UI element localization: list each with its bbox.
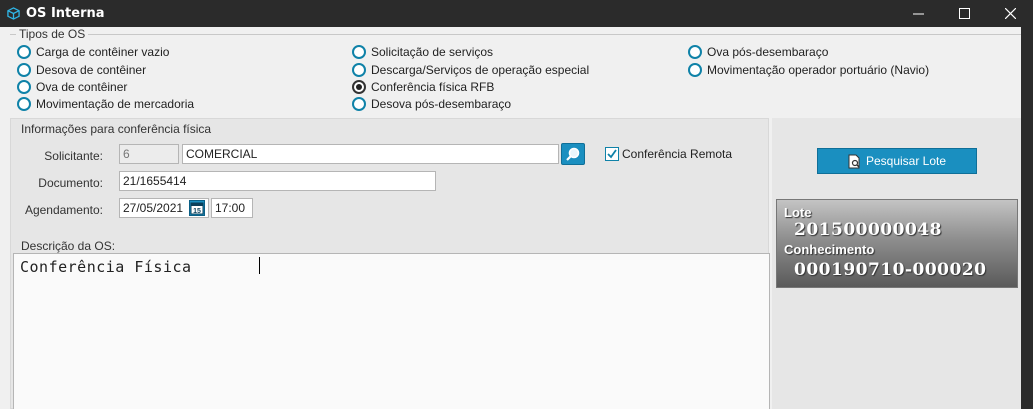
radio-circle xyxy=(17,96,31,111)
close-icon xyxy=(1004,8,1016,19)
agendamento-label: Agendamento: xyxy=(24,203,103,217)
conhecimento-value: 000190710-000020 xyxy=(794,260,987,280)
radio-circle-checked xyxy=(352,79,366,94)
conferencia-remota-checkbox[interactable]: Conferência Remota xyxy=(605,147,732,161)
minimize-icon xyxy=(912,13,924,15)
radio-label: Movimentação de mercadoria xyxy=(36,96,195,111)
radio-circle xyxy=(17,62,31,77)
radio-circle xyxy=(352,62,366,77)
radio-ova-pos-desembaraco[interactable]: Ova pós-desembaraço xyxy=(688,43,828,60)
solicitante-label: Solicitante: xyxy=(44,149,103,163)
close-button[interactable] xyxy=(987,0,1033,27)
tipos-os-label: Tipos de OS xyxy=(16,27,89,41)
lote-panel: Pesquisar Lote Lote 201500000048 Conheci… xyxy=(772,118,1021,409)
radio-circle xyxy=(17,44,31,59)
radio-desova-pos-desembaraco[interactable]: Desova pós-desembaraço xyxy=(352,95,511,112)
radio-label: Descarga/Serviços de operação especial xyxy=(371,62,590,77)
radio-circle xyxy=(17,79,31,94)
solicitante-name-field[interactable]: COMERCIAL xyxy=(182,144,559,164)
conhecimento-caption: Conhecimento xyxy=(784,242,875,257)
radio-label: Conferência física RFB xyxy=(371,79,495,94)
radio-label: Solicitação de serviços xyxy=(371,44,494,59)
documento-label: Documento: xyxy=(38,176,103,190)
radio-label: Ova pós-desembaraço xyxy=(707,44,829,59)
calendar-icon: 15 xyxy=(190,202,204,215)
radio-conferencia-fisica-rfb[interactable]: Conferência física RFB xyxy=(352,78,494,95)
radio-carga-conteiner-vazio[interactable]: Carga de contêiner vazio xyxy=(17,43,169,60)
radio-label: Desova pós-desembaraço xyxy=(371,96,512,111)
radio-label: Carga de contêiner vazio xyxy=(36,44,170,59)
descricao-text: Conferência Física xyxy=(20,258,192,276)
calendar-day: 15 xyxy=(193,208,201,215)
tipos-os-group: Tipos de OS Carga de contêiner vazio Des… xyxy=(10,27,1021,114)
solicitante-search-button[interactable] xyxy=(561,143,585,165)
radio-circle xyxy=(688,62,702,77)
search-icon xyxy=(566,147,580,161)
text-caret xyxy=(259,257,260,274)
check-icon xyxy=(607,149,617,159)
documento-field[interactable]: 21/1655414 xyxy=(119,171,436,191)
window-title: OS Interna xyxy=(26,6,105,21)
radio-solicitacao-servicos[interactable]: Solicitação de serviços xyxy=(352,43,493,60)
maximize-icon xyxy=(958,8,970,19)
radio-label: Ova de contêiner xyxy=(36,79,128,94)
pesquisar-lote-button[interactable]: Pesquisar Lote xyxy=(817,148,977,174)
descricao-textarea[interactable]: Conferência Física xyxy=(13,253,770,409)
radio-descarga-servicos-especial[interactable]: Descarga/Serviços de operação especial xyxy=(352,61,589,78)
radio-movimentacao-operador-portuario[interactable]: Movimentação operador portuário (Navio) xyxy=(688,61,929,78)
conferencia-remota-label: Conferência Remota xyxy=(622,147,733,161)
info-panel: Informações para conferência física Soli… xyxy=(10,118,770,409)
agendamento-time-field[interactable]: 17:00 xyxy=(211,198,253,218)
maximize-button[interactable] xyxy=(941,0,987,27)
radio-desova-conteiner[interactable]: Desova de contêiner xyxy=(17,61,146,78)
document-search-icon xyxy=(848,154,860,168)
calendar-button[interactable]: 15 xyxy=(189,200,205,216)
checkbox-box xyxy=(605,147,619,161)
scrollbar[interactable] xyxy=(1021,27,1033,409)
radio-ova-conteiner[interactable]: Ova de contêiner xyxy=(17,78,127,95)
descricao-label: Descrição da OS: xyxy=(21,239,116,253)
lote-info-box: Lote 201500000048 Conhecimento 000190710… xyxy=(776,199,1018,288)
lote-value: 201500000048 xyxy=(794,220,942,240)
lote-caption: Lote xyxy=(784,205,812,220)
info-panel-title: Informações para conferência física xyxy=(21,122,212,136)
radio-circle xyxy=(352,96,366,111)
minimize-button[interactable] xyxy=(895,0,941,27)
pesquisar-lote-label: Pesquisar Lote xyxy=(865,154,947,168)
radio-circle xyxy=(688,44,702,59)
radio-label: Movimentação operador portuário (Navio) xyxy=(707,62,930,77)
radio-movimentacao-mercadoria[interactable]: Movimentação de mercadoria xyxy=(17,95,194,112)
cube-icon xyxy=(7,7,20,20)
radio-label: Desova de contêiner xyxy=(36,62,147,77)
title-bar: OS Interna xyxy=(0,0,1033,27)
solicitante-code-field[interactable]: 6 xyxy=(119,144,179,164)
radio-circle xyxy=(352,44,366,59)
